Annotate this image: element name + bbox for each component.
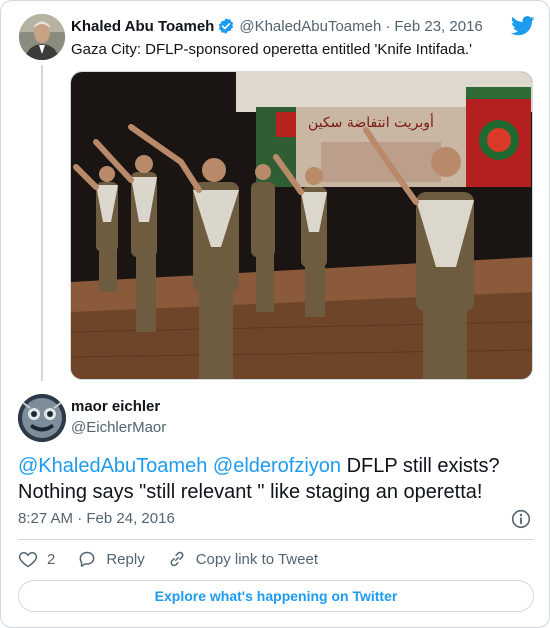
tweet-card: Khaled Abu Toameh @KhaledAbuToameh · Feb… [0,0,550,628]
tweet-photo[interactable]: أوبريت انتفاضة سكين [70,71,533,380]
author-name[interactable]: Khaled Abu Toameh [71,18,214,35]
like-button[interactable]: 2 [18,549,55,569]
like-count: 2 [47,550,56,568]
tweet2-text-part: DFLP still exists? [341,455,500,477]
separator-dot: · [77,510,83,527]
author-handle[interactable]: @EichlerMaor [71,419,166,436]
reply-button[interactable]: Reply [77,549,145,569]
tweet1-header: Khaled Abu Toameh @KhaledAbuToameh · Feb… [71,17,483,35]
tweet2-text: @KhaledAbuToameh @elderofziyon DFLP stil… [18,453,538,505]
verified-badge-icon [217,17,235,35]
action-bar: 2 Reply Copy link to Tweet [18,549,340,569]
copy-link-label: Copy link to Tweet [195,550,318,568]
tweet-timestamp[interactable]: 8:27 AM · Feb 24, 2016 [18,510,175,527]
author-handle[interactable]: @KhaledAbuToameh [239,18,381,35]
separator-dot: · [385,17,391,35]
reply-icon [79,551,95,567]
mention-link[interactable]: @elderofziyon [213,455,341,477]
divider [18,539,534,540]
heart-icon [18,551,38,568]
tweet-time: 8:27 AM [18,510,74,527]
author-name[interactable]: maor eichler [71,398,160,415]
mention-link[interactable]: @KhaledAbuToameh [18,455,207,477]
avatar-khaled[interactable] [19,14,65,60]
explore-button[interactable]: Explore what's happening on Twitter [18,580,534,612]
banner-text: أوبريت انتفاضة سكين [308,113,434,131]
tweet-date: Feb 24, 2016 [86,510,175,527]
reply-label: Reply [106,550,145,568]
twitter-bird-icon[interactable] [510,15,535,42]
tweet2-text-part: Nothing says "still relevant " like stag… [18,481,483,503]
thread-line [41,65,43,381]
info-icon[interactable] [511,509,531,534]
link-icon [170,551,184,567]
avatar-maor[interactable] [18,394,66,442]
tweet1-text: Gaza City: DFLP-sponsored operetta entit… [71,41,472,58]
tweet-date[interactable]: Feb 23, 2016 [394,18,482,35]
copy-link-button[interactable]: Copy link to Tweet [167,549,318,569]
